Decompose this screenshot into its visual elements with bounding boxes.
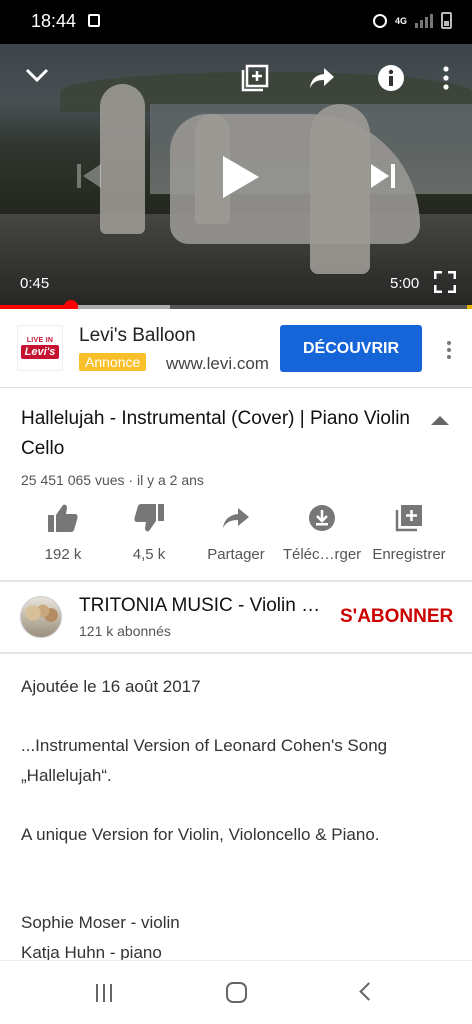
play-icon[interactable] [221,154,261,200]
battery-icon [441,12,452,29]
previous-icon [76,162,102,190]
alarm-icon [372,13,387,28]
recent-apps-icon[interactable] [96,984,112,1002]
description-line: „Hallelujah“. [21,765,112,785]
upload-date: Ajoutée le 16 août 2017 [21,677,201,696]
share-icon[interactable] [308,66,336,90]
share-arrow-icon [221,502,251,534]
divider [0,580,472,582]
ad-title[interactable]: Levi's Balloon [79,325,196,347]
next-icon[interactable] [370,162,396,190]
like-button[interactable]: 192 k [18,502,108,563]
more-options-icon[interactable] [440,66,452,90]
download-button[interactable]: Téléc…rger [277,502,367,563]
ad-banner[interactable]: LIVE IN Levi's Levi's Balloon Annonce ww… [0,309,472,388]
video-duration: 5:00 [390,275,420,292]
video-actions: 192 k 4,5 k Partager Téléc…rger Enregist… [0,502,472,580]
minimize-chevron-icon[interactable] [24,66,50,84]
download-icon [308,502,336,534]
save-button[interactable]: Enregistrer [364,502,454,563]
description-line: A unique Version for Violin, Violoncello… [21,824,380,844]
ad-url[interactable]: www.levi.com [166,354,270,374]
dislike-button[interactable]: 4,5 k [104,502,194,563]
save-label: Enregistrer [372,546,446,563]
collapse-details-icon[interactable] [431,416,449,425]
video-description: Ajoutée le 16 août 2017 ...Instrumental … [21,672,451,967]
video-title[interactable]: Hallelujah - Instrumental (Cover) | Pian… [21,404,411,464]
description-line: Sophie Moser - violin [21,913,180,932]
thumbs-up-icon [47,502,79,534]
thumbs-down-icon [133,502,165,534]
status-bar: 18:44 4G [0,0,472,44]
back-icon[interactable] [359,982,378,1001]
logo-line1: LIVE IN [26,337,54,344]
video-player[interactable]: 0:45 5:00 [0,44,472,308]
channel-name[interactable]: TRITONIA MUSIC - Violin Cello Piano [79,595,329,617]
levis-logo: LIVE IN Levi's [17,325,63,371]
home-icon[interactable] [226,982,247,1003]
discover-button[interactable]: DÉCOUVRIR [280,325,422,372]
save-playlist-icon [395,502,423,534]
network-type: 4G [394,15,407,26]
description-line: ...Instrumental Version of Leonard Cohen… [21,736,388,755]
signal-icon [415,13,433,28]
share-button[interactable]: Partager [191,502,281,563]
divider [0,652,472,654]
ad-badge: Annonce [79,353,147,371]
notification-app-icon [88,14,100,27]
subscriber-count: 121 k abonnés [79,623,171,639]
ad-more-icon[interactable] [447,341,451,359]
system-nav-bar [0,960,472,1024]
subscribe-button[interactable]: S'ABONNER [340,606,453,628]
channel-avatar[interactable] [20,596,62,638]
like-count: 192 k [44,546,82,563]
info-icon[interactable] [377,64,405,92]
logo-line2: Levi's [20,345,60,359]
video-views-date: 25 451 065 vues · il y a 2 ans [21,472,204,488]
current-time: 0:45 [20,275,50,292]
download-label: Téléc…rger [282,546,362,563]
status-icons: 4G [372,12,452,29]
add-to-playlist-icon[interactable] [241,64,269,92]
status-time: 18:44 [31,11,77,31]
fullscreen-icon[interactable] [434,271,456,293]
dislike-count: 4,5 k [132,546,166,563]
share-label: Partager [207,546,265,563]
